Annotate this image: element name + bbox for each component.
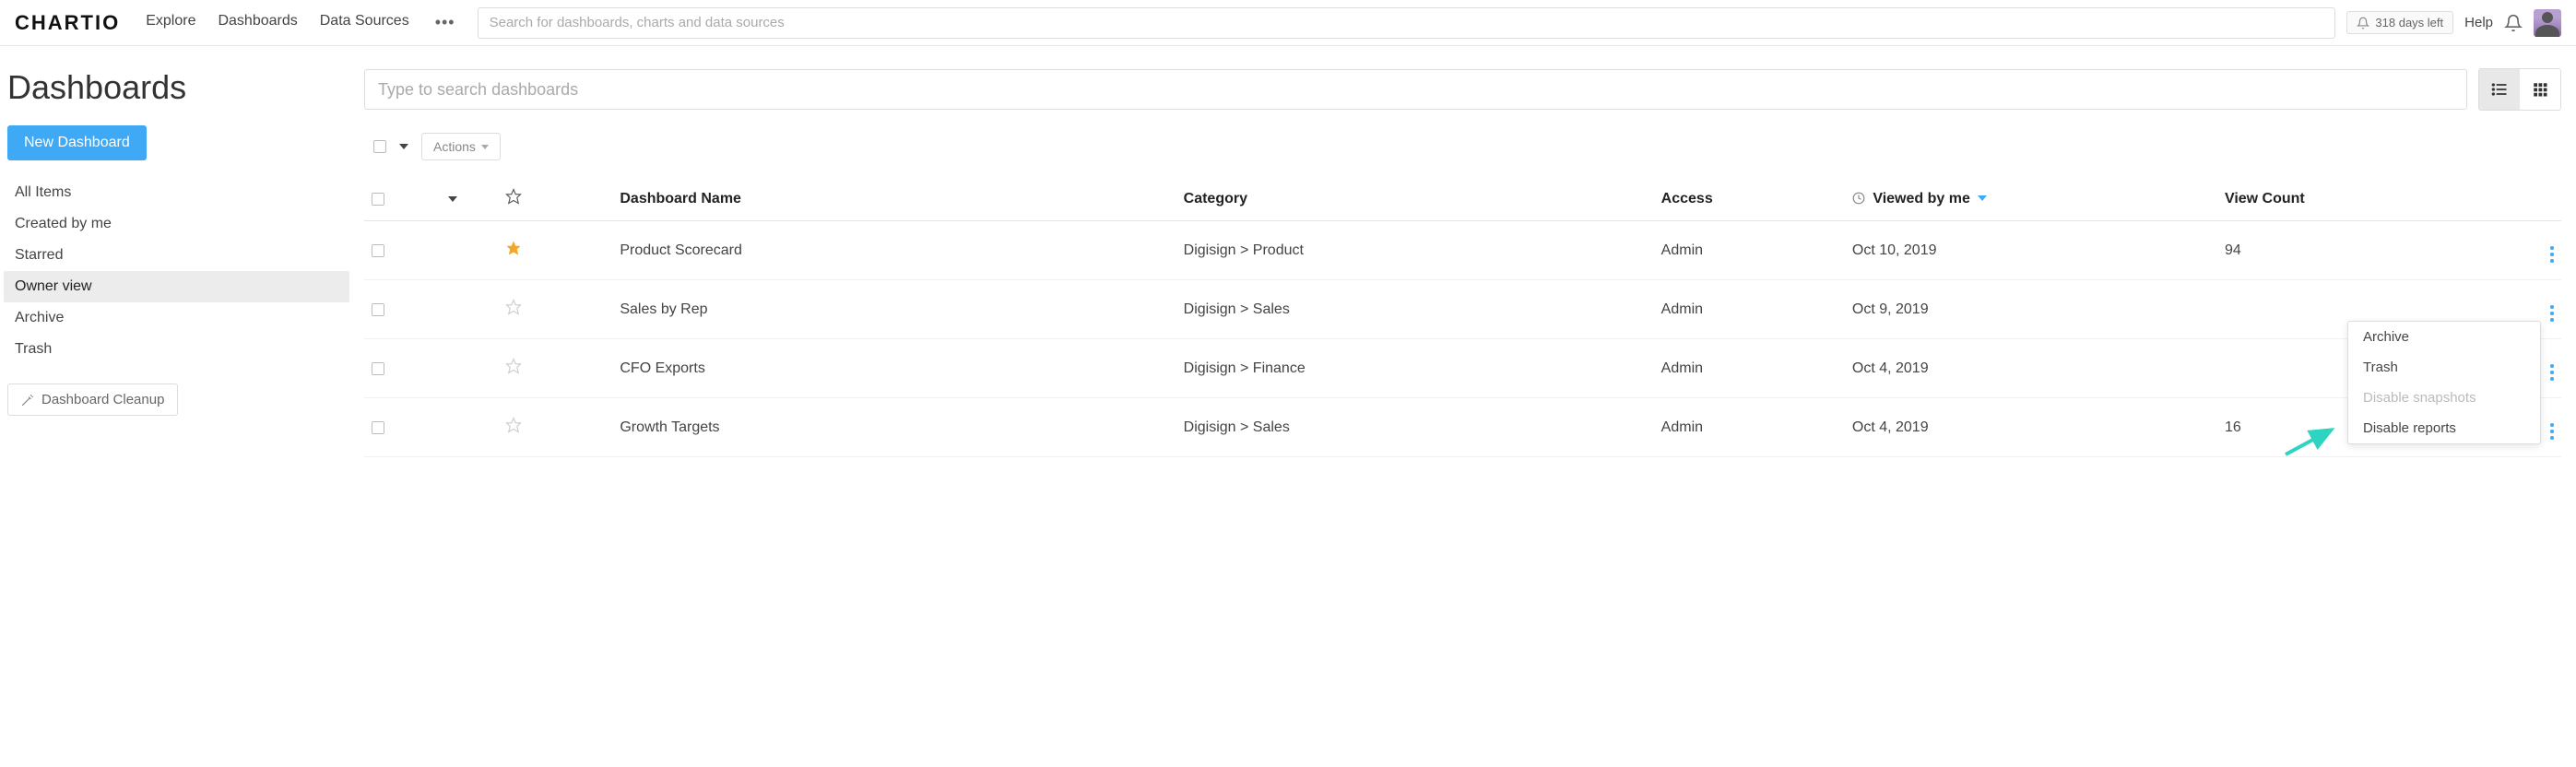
row-access: Admin: [1654, 398, 1845, 457]
row-name: Product Scorecard: [612, 221, 1176, 280]
nav-explore[interactable]: Explore: [146, 13, 195, 32]
star-icon[interactable]: [505, 299, 522, 315]
star-icon[interactable]: [505, 358, 522, 374]
col-access[interactable]: Access: [1654, 177, 1845, 221]
col-name[interactable]: Dashboard Name: [612, 177, 1176, 221]
actions-label: Actions: [433, 139, 476, 154]
menu-archive[interactable]: Archive: [2348, 322, 2540, 352]
list-icon: [2490, 80, 2509, 99]
list-view-toggle[interactable]: [2479, 69, 2520, 110]
menu-disable-snapshots[interactable]: Disable snapshots: [2348, 383, 2540, 413]
row-access: Admin: [1654, 221, 1845, 280]
row-view-count: 94: [2217, 221, 2485, 280]
row-name: CFO Exports: [612, 339, 1176, 398]
topbar: CHARTIO Explore Dashboards Data Sources …: [0, 0, 2576, 46]
col-view-count[interactable]: View Count: [2217, 177, 2485, 221]
header-checkbox[interactable]: [372, 193, 384, 206]
sidebar-item-starred[interactable]: Starred: [4, 240, 349, 271]
row-access: Admin: [1654, 339, 1845, 398]
row-menu-icon[interactable]: [2550, 305, 2554, 322]
star-column-icon[interactable]: [505, 188, 522, 205]
notifications-icon[interactable]: [2504, 14, 2523, 32]
header-caret-icon[interactable]: [448, 196, 457, 202]
dashboard-cleanup-button[interactable]: Dashboard Cleanup: [7, 384, 178, 416]
page-title: Dashboards: [4, 68, 349, 107]
star-icon[interactable]: [505, 240, 522, 256]
help-link[interactable]: Help: [2464, 15, 2493, 30]
sort-desc-icon: [1978, 195, 1987, 201]
row-category: Digisign > Sales: [1176, 398, 1654, 457]
actions-button[interactable]: Actions: [421, 133, 501, 160]
sidebar-item-owner-view[interactable]: Owner view: [4, 271, 349, 302]
row-category: Digisign > Product: [1176, 221, 1654, 280]
col-category[interactable]: Category: [1176, 177, 1654, 221]
row-checkbox[interactable]: [372, 244, 384, 257]
logo: CHARTIO: [15, 11, 120, 35]
row-viewed: Oct 9, 2019: [1845, 280, 2217, 339]
topnav: Explore Dashboards Data Sources •••: [146, 13, 458, 32]
caret-down-icon: [481, 145, 489, 149]
row-category: Digisign > Sales: [1176, 280, 1654, 339]
menu-disable-reports[interactable]: Disable reports: [2348, 413, 2540, 443]
row-name: Sales by Rep: [612, 280, 1176, 339]
row-checkbox[interactable]: [372, 362, 384, 375]
nav-more-icon[interactable]: •••: [431, 13, 459, 32]
sidebar-item-all[interactable]: All Items: [4, 177, 349, 208]
bell-icon: [2357, 17, 2369, 30]
row-menu-icon[interactable]: [2550, 364, 2554, 381]
grid-icon: [2532, 81, 2548, 98]
global-search-input[interactable]: [478, 7, 2336, 39]
row-checkbox[interactable]: [372, 421, 384, 434]
days-left-badge[interactable]: 318 days left: [2346, 11, 2453, 34]
row-checkbox[interactable]: [372, 303, 384, 316]
col-viewed[interactable]: Viewed by me: [1845, 177, 2217, 221]
sidebar-item-archive[interactable]: Archive: [4, 302, 349, 334]
dashboards-table: Dashboard Name Category Access Viewed by…: [364, 177, 2561, 457]
row-name: Growth Targets: [612, 398, 1176, 457]
table-row[interactable]: Growth Targets Digisign > Sales Admin Oc…: [364, 398, 2561, 457]
row-viewed: Oct 4, 2019: [1845, 339, 2217, 398]
main-content: Actions Dashboard Name Category Access: [364, 46, 2576, 457]
sidebar-item-created-by-me[interactable]: Created by me: [4, 208, 349, 240]
nav-datasources[interactable]: Data Sources: [320, 13, 409, 32]
clock-icon: [1852, 192, 1865, 205]
table-row[interactable]: Sales by Rep Digisign > Sales Admin Oct …: [364, 280, 2561, 339]
row-menu-icon[interactable]: [2550, 423, 2554, 440]
row-category: Digisign > Finance: [1176, 339, 1654, 398]
row-access: Admin: [1654, 280, 1845, 339]
grid-view-toggle[interactable]: [2520, 69, 2560, 110]
new-dashboard-button[interactable]: New Dashboard: [7, 125, 147, 160]
sidebar-item-trash[interactable]: Trash: [4, 334, 349, 365]
star-icon[interactable]: [505, 417, 522, 433]
nav-dashboards[interactable]: Dashboards: [218, 13, 297, 32]
menu-trash[interactable]: Trash: [2348, 352, 2540, 383]
row-menu-icon[interactable]: [2550, 246, 2554, 263]
view-toggles: [2478, 68, 2561, 111]
table-row[interactable]: Product Scorecard Digisign > Product Adm…: [364, 221, 2561, 280]
wand-icon: [21, 394, 34, 407]
col-viewed-label: Viewed by me: [1873, 191, 1970, 206]
cleanup-label: Dashboard Cleanup: [41, 392, 164, 407]
avatar[interactable]: [2534, 9, 2561, 37]
select-caret-icon[interactable]: [399, 144, 408, 149]
days-left-text: 318 days left: [2375, 16, 2443, 30]
row-viewed: Oct 4, 2019: [1845, 398, 2217, 457]
table-row[interactable]: CFO Exports Digisign > Finance Admin Oct…: [364, 339, 2561, 398]
row-viewed: Oct 10, 2019: [1845, 221, 2217, 280]
dashboard-search-input[interactable]: [364, 69, 2467, 110]
row-context-menu: Archive Trash Disable snapshots Disable …: [2347, 321, 2541, 444]
sidebar: Dashboards New Dashboard All Items Creat…: [0, 46, 364, 457]
select-all-checkbox[interactable]: [373, 140, 386, 153]
